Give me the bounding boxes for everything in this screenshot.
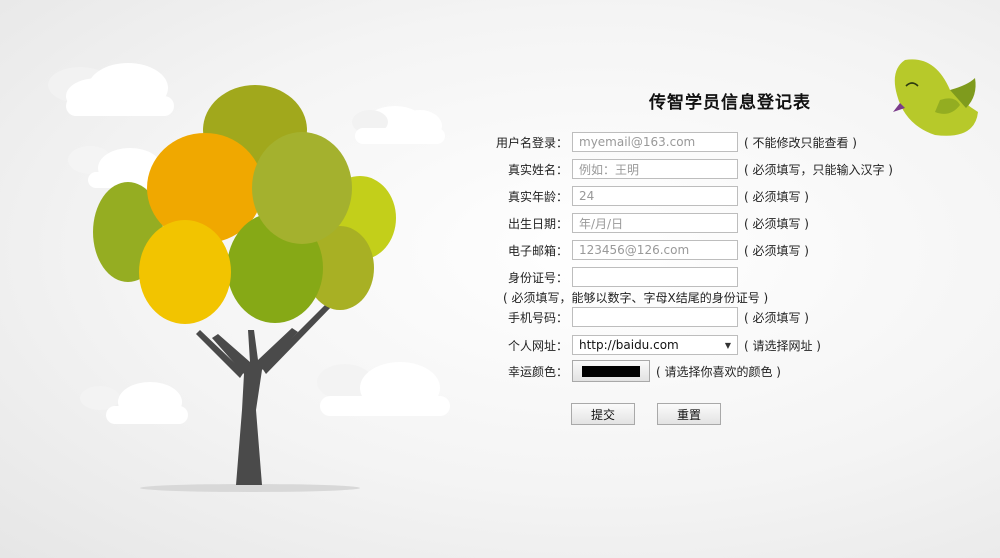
- phone-input[interactable]: [572, 307, 738, 327]
- phone-hint: ( 必须填写 ): [744, 310, 809, 325]
- idcard-input[interactable]: [572, 267, 738, 287]
- chevron-down-icon: ▼: [724, 340, 731, 350]
- tree-canopy: [93, 85, 396, 324]
- bird-icon: [893, 59, 978, 136]
- phone-label: 手机号码：: [507, 310, 568, 325]
- website-label: 个人网址：: [507, 338, 568, 353]
- email-input[interactable]: 123456@126.com: [572, 240, 738, 260]
- realname-row: 真实姓名： 例如：王明 ( 必须填写，只能输入汉字 ): [480, 158, 893, 180]
- color-picker[interactable]: [572, 360, 650, 382]
- realname-label: 真实姓名：: [507, 162, 568, 177]
- cloud-icon: [80, 382, 188, 424]
- website-row: 个人网址： http://baidu.com ▼ ( 请选择网址 ): [480, 334, 821, 356]
- page-title: 传智学员信息登记表: [649, 93, 811, 113]
- birthdate-row: 出生日期： 年/月/日 ( 必须填写 ): [480, 212, 809, 234]
- age-hint: ( 必须填写 ): [744, 189, 809, 204]
- username-hint: ( 不能修改只能查看 ): [744, 135, 857, 150]
- age-row: 真实年龄： 24 ( 必须填写 ): [480, 185, 809, 207]
- birthdate-hint: ( 必须填写 ): [744, 216, 809, 231]
- color-swatch: [582, 365, 640, 377]
- phone-row: 手机号码： ( 必须填写 ): [480, 306, 809, 328]
- cloud-icon: [352, 106, 445, 144]
- realname-hint: ( 必须填写，只能输入汉字 ): [744, 162, 893, 177]
- email-hint: ( 必须填写 ): [744, 243, 809, 258]
- username-row: 用户名登录： myemail@163.com ( 不能修改只能查看 ): [480, 131, 857, 153]
- email-row: 电子邮箱： 123456@126.com ( 必须填写 ): [480, 239, 809, 261]
- tree-trunk: [196, 300, 334, 485]
- birthdate-input[interactable]: 年/月/日: [572, 213, 738, 233]
- email-label: 电子邮箱：: [507, 243, 568, 258]
- color-label: 幸运颜色：: [507, 364, 568, 379]
- website-hint: ( 请选择网址 ): [744, 338, 821, 353]
- birthdate-label: 出生日期：: [507, 216, 568, 231]
- website-selected-value: http://baidu.com: [579, 338, 679, 352]
- submit-button[interactable]: 提交: [571, 403, 635, 425]
- idcard-note: ( 必须填写，能够以数字、字母X结尾的身份证号 ): [503, 291, 769, 305]
- reset-button[interactable]: 重置: [657, 403, 721, 425]
- cloud-icon: [317, 362, 450, 416]
- cloud-icon: [48, 63, 174, 116]
- idcard-row: 身份证号：: [480, 266, 744, 288]
- color-row: 幸运颜色： ( 请选择你喜欢的颜色 ): [480, 360, 781, 382]
- cloud-icon: [68, 146, 168, 188]
- username-input[interactable]: myemail@163.com: [572, 132, 738, 152]
- username-label: 用户名登录：: [495, 135, 568, 150]
- age-label: 真实年龄：: [507, 189, 568, 204]
- idcard-label: 身份证号：: [507, 270, 568, 285]
- color-hint: ( 请选择你喜欢的颜色 ): [656, 364, 781, 379]
- website-select[interactable]: http://baidu.com ▼: [572, 335, 738, 355]
- realname-input[interactable]: 例如：王明: [572, 159, 738, 179]
- age-input[interactable]: 24: [572, 186, 738, 206]
